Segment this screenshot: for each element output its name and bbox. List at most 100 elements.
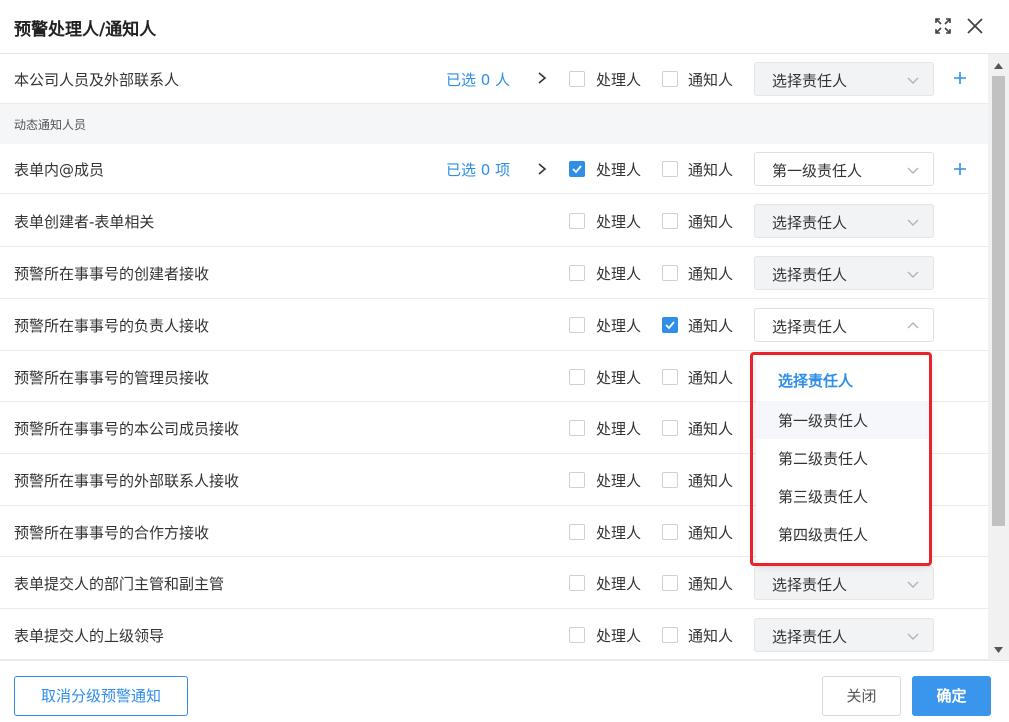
chevron-down-icon (907, 165, 919, 175)
notify-label: 通知人 (688, 472, 734, 490)
handler-label: 处理人 (596, 369, 642, 387)
notify-label: 通知人 (688, 420, 734, 438)
notify-checkbox[interactable] (662, 213, 678, 229)
chevron-down-icon (907, 75, 919, 85)
notify-checkbox[interactable] (662, 575, 678, 591)
close-button[interactable]: 关闭 (822, 676, 901, 716)
responsible-select[interactable]: 选择责任人 (754, 204, 934, 238)
chevron-right-icon[interactable] (535, 162, 549, 176)
dropdown-option[interactable]: 第一级责任人 (756, 401, 930, 439)
dialog-footer: 取消分级预警通知 关闭 确定 (0, 660, 1009, 722)
handler-label: 处理人 (596, 161, 642, 179)
row-label: 预警所在事事号的合作方接收 (14, 524, 210, 542)
dropdown-option[interactable]: 选择责任人 (756, 361, 930, 399)
select-value: 选择责任人 (772, 576, 848, 594)
chevron-right-icon[interactable] (535, 71, 549, 85)
row-label: 表单创建者-表单相关 (14, 213, 155, 231)
chevron-down-icon (907, 579, 919, 589)
select-value: 选择责任人 (772, 214, 848, 232)
row-label: 预警所在事事号的创建者接收 (14, 265, 210, 283)
handler-checkbox[interactable] (569, 524, 585, 540)
handler-label: 处理人 (596, 524, 642, 542)
cancel-grading-button[interactable]: 取消分级预警通知 (14, 676, 188, 716)
select-value: 选择责任人 (772, 266, 848, 284)
scroll-down-icon[interactable] (993, 646, 1004, 654)
row-label: 预警所在事事号的管理员接收 (14, 369, 210, 387)
handler-checkbox[interactable] (569, 420, 585, 436)
handler-checkbox[interactable] (569, 71, 585, 87)
handler-label: 处理人 (596, 213, 642, 231)
handler-label: 处理人 (596, 472, 642, 490)
responsible-select[interactable]: 选择责任人 (754, 566, 934, 600)
handler-checkbox[interactable] (569, 161, 585, 177)
selected-count-link[interactable]: 已选 0 人 (446, 69, 510, 90)
row-label: 表单提交人的部门主管和副主管 (14, 575, 225, 593)
recipient-row-company-external: 本公司人员及外部联系人 已选 0 人 处理人 通知人 选择责任人 (0, 54, 988, 104)
plus-icon[interactable] (952, 70, 968, 86)
handler-label: 处理人 (596, 265, 642, 283)
recipient-row: 表单提交人的部门主管和副主管 处理人 通知人 选择责任人 (0, 557, 988, 609)
handler-checkbox[interactable] (569, 213, 585, 229)
dropdown-option[interactable]: 第四级责任人 (756, 515, 930, 553)
notify-checkbox[interactable] (662, 317, 678, 333)
handler-checkbox[interactable] (569, 317, 585, 333)
notify-label: 通知人 (688, 317, 734, 335)
notify-label: 通知人 (688, 627, 734, 645)
notify-checkbox[interactable] (662, 369, 678, 385)
notify-label: 通知人 (688, 369, 734, 387)
recipient-row: 表单提交人的上级领导 处理人 通知人 选择责任人 (0, 609, 988, 660)
notify-checkbox[interactable] (662, 71, 678, 87)
row-label: 表单提交人的上级领导 (14, 627, 165, 645)
fullscreen-icon[interactable] (932, 15, 954, 37)
handler-checkbox[interactable] (569, 627, 585, 643)
recipient-row: 表单内@成员 已选 0 项 处理人 通知人 第一级责任人 (0, 144, 988, 194)
handler-label: 处理人 (596, 420, 642, 438)
notify-checkbox[interactable] (662, 420, 678, 436)
handler-label: 处理人 (596, 317, 642, 335)
select-value: 选择责任人 (772, 628, 848, 646)
scrollbar-thumb[interactable] (992, 76, 1005, 526)
row-label: 预警所在事事号的负责人接收 (14, 317, 210, 335)
responsible-select[interactable]: 选择责任人 (754, 256, 934, 290)
selected-count-link[interactable]: 已选 0 项 (446, 159, 510, 180)
notify-checkbox[interactable] (662, 472, 678, 488)
responsible-select[interactable]: 选择责任人 (754, 62, 934, 96)
responsible-dropdown-menu: 选择责任人 第一级责任人 第二级责任人 第三级责任人 第四级责任人 (756, 356, 930, 564)
handler-checkbox[interactable] (569, 575, 585, 591)
handler-checkbox[interactable] (569, 472, 585, 488)
row-label: 预警所在事事号的本公司成员接收 (14, 420, 240, 438)
notify-label: 通知人 (688, 575, 734, 593)
plus-icon[interactable] (952, 161, 968, 177)
notify-label: 通知人 (688, 265, 734, 283)
responsible-select[interactable]: 选择责任人 (754, 308, 934, 342)
responsible-select[interactable]: 选择责任人 (754, 618, 934, 652)
notify-checkbox[interactable] (662, 265, 678, 281)
handler-checkbox[interactable] (569, 369, 585, 385)
confirm-button[interactable]: 确定 (912, 676, 991, 716)
chevron-up-icon (907, 321, 919, 331)
section-label: 动态通知人员 (14, 118, 87, 132)
chevron-down-icon (907, 269, 919, 279)
section-dynamic-recipients: 动态通知人员 (0, 104, 988, 144)
responsible-select[interactable]: 第一级责任人 (754, 152, 934, 186)
dropdown-option[interactable]: 第三级责任人 (756, 477, 930, 515)
dropdown-option[interactable]: 第二级责任人 (756, 439, 930, 477)
dialog-header: 预警处理人/通知人 (0, 0, 1009, 54)
row-label: 预警所在事事号的外部联系人接收 (14, 472, 240, 490)
handler-label: 处理人 (596, 575, 642, 593)
scroll-up-icon[interactable] (993, 62, 1004, 70)
select-value: 选择责任人 (772, 72, 848, 90)
notify-label: 通知人 (688, 524, 734, 542)
recipient-row: 表单创建者-表单相关 处理人 通知人 选择责任人 (0, 195, 988, 247)
handler-label: 处理人 (596, 627, 642, 645)
close-icon[interactable] (964, 15, 986, 37)
handler-checkbox[interactable] (569, 265, 585, 281)
notify-label: 通知人 (688, 161, 734, 179)
vertical-scrollbar[interactable] (988, 54, 1009, 660)
chevron-down-icon (907, 217, 919, 227)
recipient-row: 预警所在事事号的负责人接收 处理人 通知人 选择责任人 (0, 299, 988, 351)
notify-checkbox[interactable] (662, 161, 678, 177)
recipient-row: 预警所在事事号的创建者接收 处理人 通知人 选择责任人 (0, 247, 988, 299)
notify-checkbox[interactable] (662, 524, 678, 540)
notify-checkbox[interactable] (662, 627, 678, 643)
